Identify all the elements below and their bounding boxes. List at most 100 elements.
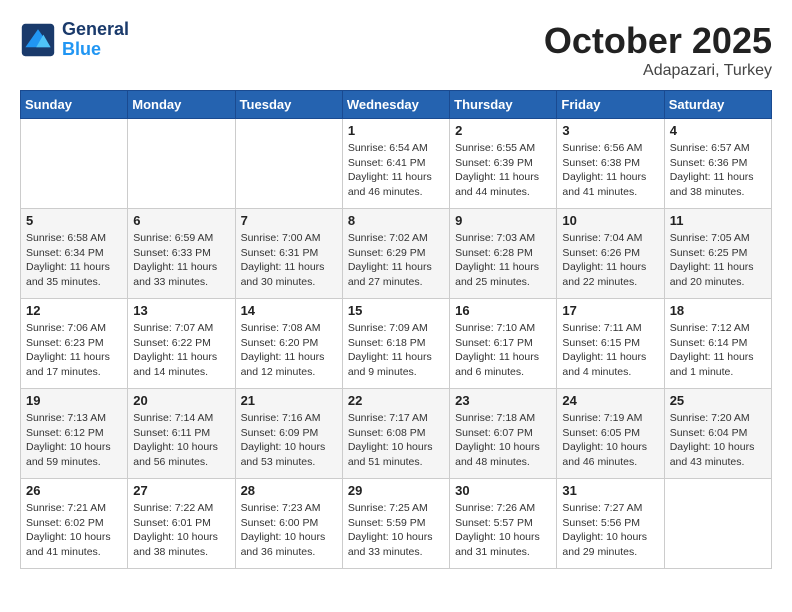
day-info: Sunrise: 7:14 AM Sunset: 6:11 PM Dayligh…	[133, 411, 229, 470]
day-number: 23	[455, 393, 551, 408]
calendar-cell: 18Sunrise: 7:12 AM Sunset: 6:14 PM Dayli…	[664, 299, 771, 389]
calendar-cell: 16 Sunrise: 7:10 AM Sunset: 6:17 PM Dayli…	[450, 299, 557, 389]
calendar-cell: 25Sunrise: 7:20 AM Sunset: 6:04 PM Dayli…	[664, 389, 771, 479]
day-info: Sunrise: 7:08 AM Sunset: 6:20 PM Dayligh…	[241, 321, 337, 380]
day-number: 18	[670, 303, 766, 318]
calendar-cell: 19 Sunrise: 7:13 AM Sunset: 6:12 PM Dayli…	[21, 389, 128, 479]
weekday-saturday: Saturday	[664, 91, 771, 119]
day-number: 30	[455, 483, 551, 498]
day-info: Sunrise: 7:13 AM Sunset: 6:12 PM Dayligh…	[26, 411, 122, 470]
day-number: 22	[348, 393, 444, 408]
calendar-cell: 5 Sunrise: 6:58 AM Sunset: 6:34 PM Daylig…	[21, 209, 128, 299]
day-number: 4	[670, 123, 766, 138]
day-info: Sunrise: 7:03 AM Sunset: 6:28 PM Dayligh…	[455, 231, 551, 290]
day-number: 16	[455, 303, 551, 318]
day-info: Sunrise: 6:56 AM Sunset: 6:38 PM Dayligh…	[562, 141, 658, 200]
day-info: Sunrise: 7:21 AM Sunset: 6:02 PM Dayligh…	[26, 501, 122, 560]
day-info: Sunrise: 7:09 AM Sunset: 6:18 PM Dayligh…	[348, 321, 444, 380]
day-info: Sunrise: 7:04 AM Sunset: 6:26 PM Dayligh…	[562, 231, 658, 290]
day-number: 21	[241, 393, 337, 408]
calendar-cell: 8 Sunrise: 7:02 AM Sunset: 6:29 PM Daylig…	[342, 209, 449, 299]
calendar-cell: 14 Sunrise: 7:08 AM Sunset: 6:20 PM Dayli…	[235, 299, 342, 389]
calendar-body: 1Sunrise: 6:54 AM Sunset: 6:41 PM Daylig…	[21, 119, 772, 569]
day-info: Sunrise: 6:55 AM Sunset: 6:39 PM Dayligh…	[455, 141, 551, 200]
weekday-sunday: Sunday	[21, 91, 128, 119]
calendar-cell: 3 Sunrise: 6:56 AM Sunset: 6:38 PM Daylig…	[557, 119, 664, 209]
day-number: 11	[670, 213, 766, 228]
calendar-cell: 30Sunrise: 7:26 AM Sunset: 5:57 PM Dayli…	[450, 479, 557, 569]
day-number: 24	[562, 393, 658, 408]
day-number: 31	[562, 483, 658, 498]
day-number: 3	[562, 123, 658, 138]
weekday-monday: Monday	[128, 91, 235, 119]
day-info: Sunrise: 7:16 AM Sunset: 6:09 PM Dayligh…	[241, 411, 337, 470]
day-number: 8	[348, 213, 444, 228]
month-title: October 2025	[544, 20, 772, 62]
day-info: Sunrise: 7:07 AM Sunset: 6:22 PM Dayligh…	[133, 321, 229, 380]
weekday-tuesday: Tuesday	[235, 91, 342, 119]
day-number: 1	[348, 123, 444, 138]
calendar-cell: 31 Sunrise: 7:27 AM Sunset: 5:56 PM Dayli…	[557, 479, 664, 569]
day-number: 7	[241, 213, 337, 228]
day-info: Sunrise: 6:59 AM Sunset: 6:33 PM Dayligh…	[133, 231, 229, 290]
day-info: Sunrise: 7:02 AM Sunset: 6:29 PM Dayligh…	[348, 231, 444, 290]
calendar-cell: 9 Sunrise: 7:03 AM Sunset: 6:28 PM Daylig…	[450, 209, 557, 299]
calendar-cell: 20Sunrise: 7:14 AM Sunset: 6:11 PM Dayli…	[128, 389, 235, 479]
day-number: 5	[26, 213, 122, 228]
calendar-cell: 17 Sunrise: 7:11 AM Sunset: 6:15 PM Dayli…	[557, 299, 664, 389]
calendar-cell: 28 Sunrise: 7:23 AM Sunset: 6:00 PM Dayli…	[235, 479, 342, 569]
day-number: 15	[348, 303, 444, 318]
calendar-week-4: 19 Sunrise: 7:13 AM Sunset: 6:12 PM Dayli…	[21, 389, 772, 479]
day-number: 13	[133, 303, 229, 318]
day-info: Sunrise: 7:25 AM Sunset: 5:59 PM Dayligh…	[348, 501, 444, 560]
day-number: 19	[26, 393, 122, 408]
day-info: Sunrise: 7:11 AM Sunset: 6:15 PM Dayligh…	[562, 321, 658, 380]
calendar-cell	[128, 119, 235, 209]
title-block: October 2025 Adapazari, Turkey	[544, 20, 772, 80]
day-info: Sunrise: 7:17 AM Sunset: 6:08 PM Dayligh…	[348, 411, 444, 470]
day-number: 29	[348, 483, 444, 498]
day-info: Sunrise: 7:10 AM Sunset: 6:17 PM Dayligh…	[455, 321, 551, 380]
weekday-header-row: SundayMondayTuesdayWednesdayThursdayFrid…	[21, 91, 772, 119]
calendar-cell	[21, 119, 128, 209]
calendar-cell: 22 Sunrise: 7:17 AM Sunset: 6:08 PM Dayli…	[342, 389, 449, 479]
day-number: 14	[241, 303, 337, 318]
logo-text: General Blue	[62, 20, 129, 60]
day-info: Sunrise: 7:00 AM Sunset: 6:31 PM Dayligh…	[241, 231, 337, 290]
day-info: Sunrise: 6:58 AM Sunset: 6:34 PM Dayligh…	[26, 231, 122, 290]
calendar-cell: 23 Sunrise: 7:18 AM Sunset: 6:07 PM Dayli…	[450, 389, 557, 479]
calendar-cell: 26Sunrise: 7:21 AM Sunset: 6:02 PM Dayli…	[21, 479, 128, 569]
day-number: 6	[133, 213, 229, 228]
calendar-cell: 21 Sunrise: 7:16 AM Sunset: 6:09 PM Dayli…	[235, 389, 342, 479]
day-number: 9	[455, 213, 551, 228]
day-info: Sunrise: 7:18 AM Sunset: 6:07 PM Dayligh…	[455, 411, 551, 470]
location: Adapazari, Turkey	[544, 62, 772, 80]
calendar-cell: 1Sunrise: 6:54 AM Sunset: 6:41 PM Daylig…	[342, 119, 449, 209]
weekday-wednesday: Wednesday	[342, 91, 449, 119]
calendar-cell: 6 Sunrise: 6:59 AM Sunset: 6:33 PM Daylig…	[128, 209, 235, 299]
day-info: Sunrise: 7:06 AM Sunset: 6:23 PM Dayligh…	[26, 321, 122, 380]
calendar-cell	[235, 119, 342, 209]
calendar-cell: 24Sunrise: 7:19 AM Sunset: 6:05 PM Dayli…	[557, 389, 664, 479]
calendar-cell: 10 Sunrise: 7:04 AM Sunset: 6:26 PM Dayli…	[557, 209, 664, 299]
day-info: Sunrise: 7:05 AM Sunset: 6:25 PM Dayligh…	[670, 231, 766, 290]
day-info: Sunrise: 7:23 AM Sunset: 6:00 PM Dayligh…	[241, 501, 337, 560]
calendar-cell: 13 Sunrise: 7:07 AM Sunset: 6:22 PM Dayli…	[128, 299, 235, 389]
day-info: Sunrise: 7:20 AM Sunset: 6:04 PM Dayligh…	[670, 411, 766, 470]
calendar-cell	[664, 479, 771, 569]
calendar-cell: 7 Sunrise: 7:00 AM Sunset: 6:31 PM Daylig…	[235, 209, 342, 299]
calendar-week-1: 1Sunrise: 6:54 AM Sunset: 6:41 PM Daylig…	[21, 119, 772, 209]
day-number: 12	[26, 303, 122, 318]
calendar-cell: 11 Sunrise: 7:05 AM Sunset: 6:25 PM Dayli…	[664, 209, 771, 299]
day-number: 17	[562, 303, 658, 318]
logo-icon	[20, 22, 56, 58]
day-number: 28	[241, 483, 337, 498]
day-number: 10	[562, 213, 658, 228]
calendar-cell: 29 Sunrise: 7:25 AM Sunset: 5:59 PM Dayli…	[342, 479, 449, 569]
logo: General Blue	[20, 20, 129, 60]
calendar-table: SundayMondayTuesdayWednesdayThursdayFrid…	[20, 90, 772, 569]
day-number: 27	[133, 483, 229, 498]
weekday-friday: Friday	[557, 91, 664, 119]
day-info: Sunrise: 7:27 AM Sunset: 5:56 PM Dayligh…	[562, 501, 658, 560]
calendar-cell: 27Sunrise: 7:22 AM Sunset: 6:01 PM Dayli…	[128, 479, 235, 569]
